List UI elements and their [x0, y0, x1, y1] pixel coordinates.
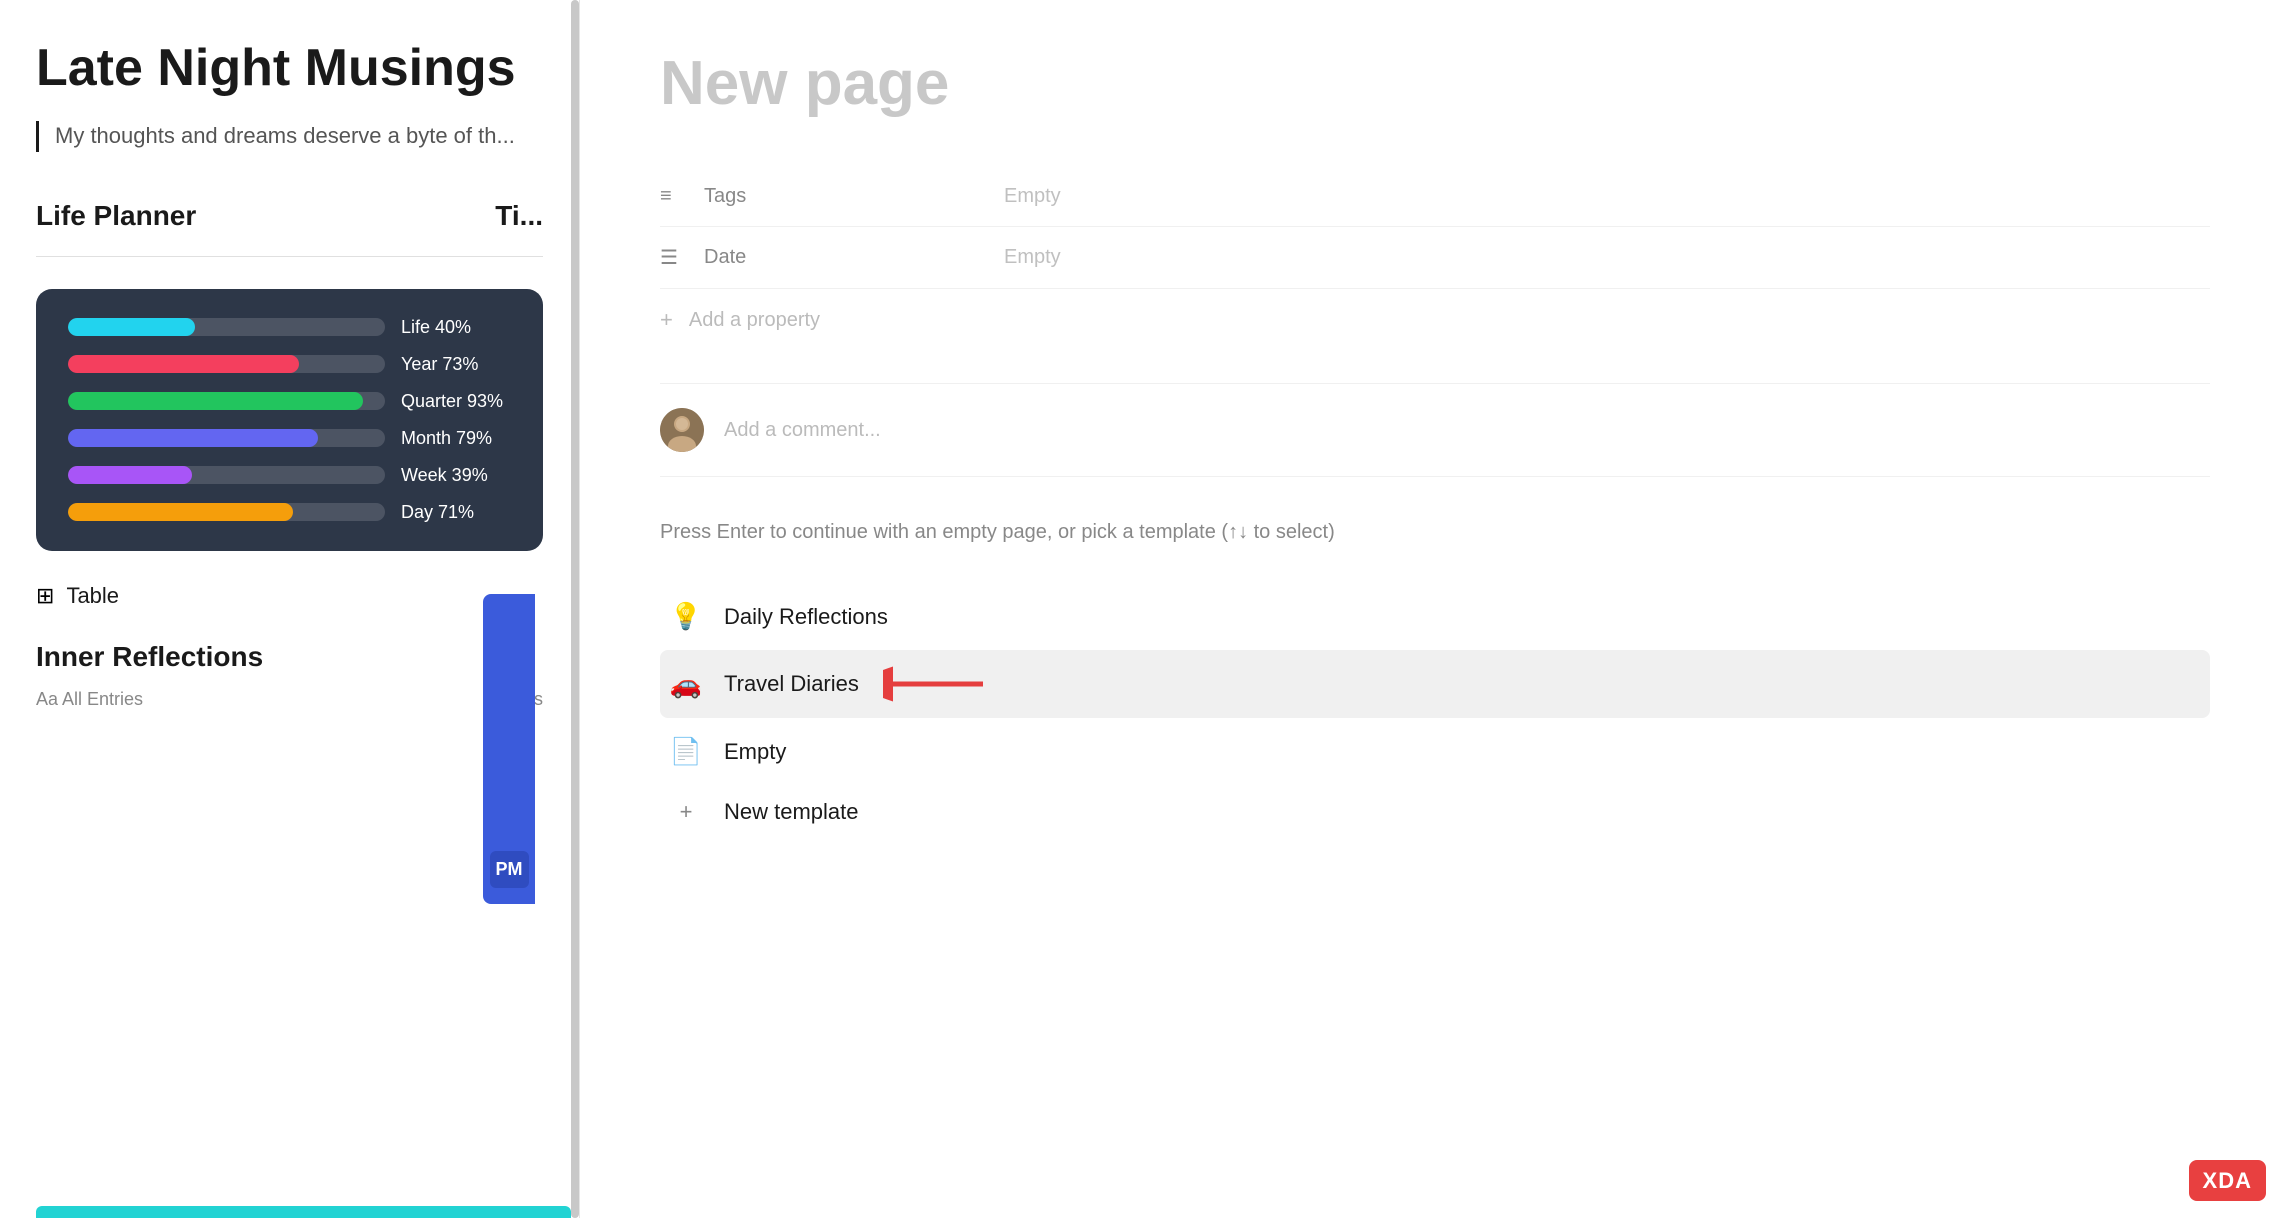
date-icon: ☰	[660, 245, 688, 270]
left-panel: Late Night Musings My thoughts and dream…	[0, 0, 580, 1218]
progress-row-year: Year 73%	[68, 354, 511, 375]
table-section[interactable]: ⊞ Table	[36, 583, 543, 609]
page-title: Late Night Musings	[36, 40, 543, 97]
page-quote: My thoughts and dreams deserve a byte of…	[36, 121, 543, 152]
progress-label-month: Month 79%	[401, 428, 511, 449]
template-item-daily-reflections[interactable]: 💡 Daily Reflections	[660, 587, 2210, 646]
progress-row-quarter: Quarter 93%	[68, 391, 511, 412]
new-template-plus-icon: +	[668, 799, 704, 825]
table-label: Table	[66, 583, 119, 609]
red-arrow	[883, 664, 1003, 704]
empty-label: Empty	[724, 739, 786, 765]
progress-label-day: Day 71%	[401, 502, 511, 523]
date-property-name: Date	[704, 246, 1004, 269]
entries-row: Aa All Entries ≡ Tags	[36, 689, 543, 710]
pm-badge: PM	[490, 851, 529, 888]
all-entries-label: Aa All Entries	[36, 689, 143, 710]
daily-reflections-label: Daily Reflections	[724, 604, 888, 630]
add-property-plus-icon: +	[660, 307, 673, 333]
xda-watermark: XDA	[2189, 1168, 2266, 1194]
comment-placeholder: Add a comment...	[724, 419, 881, 442]
empty-page-icon: 📄	[668, 736, 704, 767]
comment-area[interactable]: Add a comment...	[660, 383, 2210, 477]
table-icon: ⊞	[36, 583, 54, 609]
progress-label-year: Year 73%	[401, 354, 511, 375]
progress-row-week: Week 39%	[68, 465, 511, 486]
add-property-row[interactable]: + Add a property	[660, 289, 2210, 351]
progress-label-quarter: Quarter 93%	[401, 391, 511, 412]
progress-row-month: Month 79%	[68, 428, 511, 449]
tags-property-value: Empty	[1004, 185, 1061, 208]
travel-diaries-row: Travel Diaries	[724, 664, 1003, 704]
template-item-travel-diaries[interactable]: 🚗 Travel Diaries	[660, 650, 2210, 718]
add-property-label: Add a property	[689, 309, 820, 332]
hint-text: Press Enter to continue with an empty pa…	[660, 517, 2210, 547]
progress-label-life: Life 40%	[401, 317, 511, 338]
tags-icon: ≡	[660, 185, 688, 208]
travel-diaries-label: Travel Diaries	[724, 671, 859, 697]
avatar	[660, 408, 704, 452]
new-template-label: New template	[724, 799, 859, 825]
date-property-value: Empty	[1004, 246, 1061, 269]
xda-badge: XDA	[2189, 1160, 2266, 1201]
travel-diaries-icon: 🚗	[668, 669, 704, 700]
inner-reflections-title: Inner Reflections	[36, 641, 543, 673]
progress-row-life: Life 40%	[68, 317, 511, 338]
template-item-new-template[interactable]: + New template	[660, 785, 2210, 839]
tags-property-name: Tags	[704, 185, 1004, 208]
daily-reflections-icon: 💡	[668, 601, 704, 632]
progress-row-day: Day 71%	[68, 502, 511, 523]
property-row-date[interactable]: ☰ Date Empty	[660, 227, 2210, 289]
cyan-bar	[36, 1206, 571, 1218]
progress-label-week: Week 39%	[401, 465, 511, 486]
blue-box: PM	[483, 594, 535, 904]
progress-chart: Life 40% Year 73% Quarter 93% Month 79% …	[36, 289, 543, 551]
right-panel: New page ≡ Tags Empty ☰ Date Empty + Add…	[580, 0, 2290, 1218]
property-row-tags[interactable]: ≡ Tags Empty	[660, 167, 2210, 227]
template-item-empty[interactable]: 📄 Empty	[660, 722, 2210, 781]
new-page-title: New page	[660, 48, 2210, 119]
life-planner-title: Life Planner	[36, 200, 196, 232]
timer-title: Ti...	[495, 200, 543, 232]
